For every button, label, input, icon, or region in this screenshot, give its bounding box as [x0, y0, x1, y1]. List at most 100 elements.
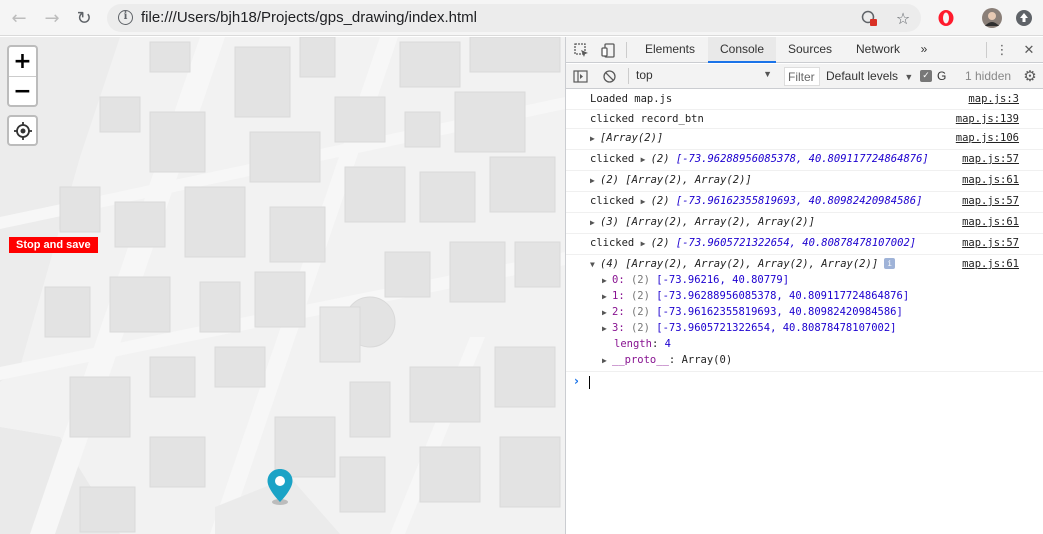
- expand-triangle-icon[interactable]: ▶: [590, 134, 600, 143]
- close-icon[interactable]: ✕: [1020, 41, 1038, 59]
- console-row[interactable]: clicked ▶ (2) [-73.9605721322654, 40.8087…: [566, 234, 1043, 255]
- sidebar-toggle-icon[interactable]: [571, 67, 589, 85]
- device-toolbar-icon[interactable]: [599, 41, 617, 59]
- log-message: [-73.96162355819693, 40.80982420984586]: [675, 195, 923, 207]
- back-arrow-icon[interactable]: ←: [7, 6, 31, 30]
- location-blocked-icon[interactable]: [859, 8, 879, 28]
- source-link[interactable]: map.js:57: [962, 237, 1019, 249]
- site-info-icon[interactable]: i: [118, 10, 133, 25]
- expand-triangle-icon[interactable]: ▶: [590, 218, 600, 227]
- console-row: clicked record_btn map.js:139: [566, 110, 1043, 129]
- inspect-element-icon[interactable]: [572, 41, 590, 59]
- entry-count: (2): [630, 322, 650, 334]
- log-object: ▶ (2) [Array(2), Array(2)]: [590, 174, 752, 186]
- console-prompt[interactable]: ›: [566, 372, 1043, 392]
- filter-input[interactable]: Filter: [784, 67, 820, 86]
- dropdown-arrow-icon: ▼: [904, 72, 914, 82]
- source-link[interactable]: map.js:61: [962, 174, 1019, 186]
- context-select[interactable]: top ▼: [636, 68, 772, 85]
- expand-triangle-icon[interactable]: ▶: [602, 356, 612, 365]
- entry-index: 0:: [612, 274, 625, 286]
- toolbar-divider: [628, 68, 629, 84]
- locate-button[interactable]: [7, 115, 38, 146]
- stop-and-save-button[interactable]: Stop and save: [9, 237, 98, 253]
- console-row[interactable]: clicked ▶ (2) [-73.96288956085378, 40.809…: [566, 150, 1043, 171]
- expand-triangle-icon[interactable]: ▶: [641, 155, 651, 164]
- map-pin-icon[interactable]: [266, 468, 294, 506]
- source-link[interactable]: map.js:61: [962, 216, 1019, 228]
- source-link[interactable]: map.js:139: [956, 113, 1019, 125]
- console-row[interactable]: ▶ (3) [Array(2), Array(2), Array(2)] map.…: [566, 213, 1043, 234]
- entry-count: (2): [630, 290, 650, 302]
- source-link[interactable]: map.js:57: [962, 153, 1019, 165]
- zoom-in-button[interactable]: +: [9, 47, 36, 76]
- expand-triangle-icon[interactable]: ▶: [641, 197, 651, 206]
- url-text[interactable]: file:///Users/bjh18/Projects/gps_drawing…: [141, 9, 477, 26]
- array-count: (2): [650, 153, 670, 165]
- profile-avatar[interactable]: [981, 7, 1003, 29]
- console-output: Loaded map.js map.js:3 clicked record_bt…: [566, 90, 1043, 534]
- source-link[interactable]: map.js:106: [956, 132, 1019, 144]
- tab-sources[interactable]: Sources: [778, 37, 842, 63]
- array-entry[interactable]: ▶ 3: (2) [-73.9605721322654, 40.808784781…: [602, 322, 897, 334]
- console-row[interactable]: ▶ (2) [Array(2), Array(2)] map.js:61: [566, 171, 1043, 192]
- proto-key: __proto__: [612, 354, 669, 366]
- tab-console[interactable]: Console: [708, 37, 776, 63]
- clear-console-icon[interactable]: [600, 67, 618, 85]
- entry-count: (2): [630, 306, 650, 318]
- tab-network[interactable]: Network: [846, 37, 910, 63]
- log-object: clicked ▶ (2) [-73.9605721322654, 40.8087…: [590, 237, 916, 249]
- source-link[interactable]: map.js:3: [968, 93, 1019, 105]
- opera-extension-icon[interactable]: [935, 7, 957, 29]
- zoom-out-button[interactable]: −: [9, 76, 36, 105]
- log-message: [-73.9605721322654, 40.80878478107002]: [675, 237, 917, 249]
- address-bar[interactable]: i file:///Users/bjh18/Projects/gps_drawi…: [107, 4, 921, 32]
- expand-triangle-icon[interactable]: ▶: [590, 176, 600, 185]
- log-levels-select[interactable]: Default levels ▼: [826, 69, 913, 83]
- console-row[interactable]: ▶ [Array(2)] map.js:106: [566, 129, 1043, 150]
- info-icon[interactable]: i: [884, 258, 896, 269]
- devtools-panel: Elements Console Sources Network » ⋮ ✕ t…: [565, 37, 1043, 534]
- log-object: ▶ (3) [Array(2), Array(2), Array(2)]: [590, 216, 815, 228]
- expand-triangle-icon[interactable]: ▶: [602, 276, 612, 285]
- proto-property[interactable]: ▶ __proto__: Array(0): [602, 354, 732, 366]
- array-count: (2): [650, 195, 670, 207]
- update-icon[interactable]: [1013, 7, 1035, 29]
- tab-elements[interactable]: Elements: [634, 37, 706, 63]
- array-entry[interactable]: ▶ 0: (2) [-73.96216, 40.80779]: [602, 274, 789, 286]
- settings-gear-icon[interactable]: ⚙: [1021, 67, 1039, 85]
- log-object: clicked ▶ (2) [-73.96288956085378, 40.809…: [590, 153, 929, 165]
- entry-count: (2): [630, 274, 650, 286]
- toolbar-divider: [986, 42, 987, 58]
- expand-triangle-icon[interactable]: ▶: [602, 324, 612, 333]
- console-row[interactable]: clicked ▶ (2) [-73.96162355819693, 40.809…: [566, 192, 1043, 213]
- console-row-expanded[interactable]: ▼ (4) [Array(2), Array(2), Array(2), Arra…: [566, 255, 1043, 372]
- array-entry[interactable]: ▶ 1: (2) [-73.96288956085378, 40.80911772…: [602, 290, 909, 302]
- expand-triangle-icon[interactable]: ▶: [602, 308, 612, 317]
- zoom-control: + −: [7, 45, 38, 107]
- entry-index: 1:: [612, 290, 625, 302]
- array-entry[interactable]: ▶ 2: (2) [-73.96162355819693, 40.80982420…: [602, 306, 903, 318]
- log-object: ▶ [Array(2)]: [590, 132, 663, 144]
- entry-values: [-73.96288956085378, 40.809117724864876]: [656, 290, 910, 302]
- expand-triangle-icon[interactable]: ▶: [602, 292, 612, 301]
- kebab-menu-icon[interactable]: ⋮: [993, 41, 1011, 59]
- prompt-chevron-icon: ›: [574, 374, 579, 388]
- length-property: length: 4: [614, 338, 671, 350]
- reload-icon[interactable]: ↻: [72, 6, 96, 30]
- entry-index: 2:: [612, 306, 625, 318]
- browser-toolbar: ← → ↻ i file:///Users/bjh18/Projects/gps…: [0, 0, 1043, 36]
- more-tabs-button[interactable]: »: [914, 37, 934, 63]
- log-prefix: clicked: [590, 153, 641, 165]
- bookmark-star-icon[interactable]: ☆: [893, 8, 913, 28]
- source-link[interactable]: map.js:61: [962, 258, 1019, 270]
- log-message: (3) [Array(2), Array(2), Array(2)]: [600, 216, 815, 228]
- group-similar-checkbox[interactable]: ✓: [920, 70, 932, 82]
- log-message: Loaded map.js: [590, 93, 673, 105]
- map-view[interactable]: + − Stop and save: [0, 37, 565, 534]
- expand-triangle-icon[interactable]: ▶: [641, 239, 651, 248]
- source-link[interactable]: map.js:57: [962, 195, 1019, 207]
- collapse-triangle-icon[interactable]: ▼: [590, 260, 600, 269]
- forward-arrow-icon[interactable]: →: [40, 6, 64, 30]
- dropdown-arrow-icon: ▼: [763, 69, 772, 79]
